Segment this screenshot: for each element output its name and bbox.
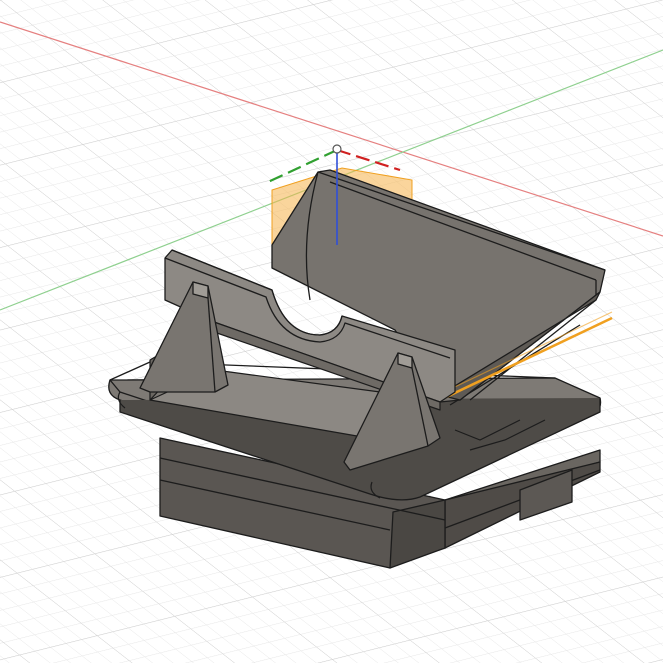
origin-icon: [332, 144, 342, 154]
viewport-scene[interactable]: [0, 0, 663, 663]
viewport-canvas[interactable]: [0, 0, 663, 663]
